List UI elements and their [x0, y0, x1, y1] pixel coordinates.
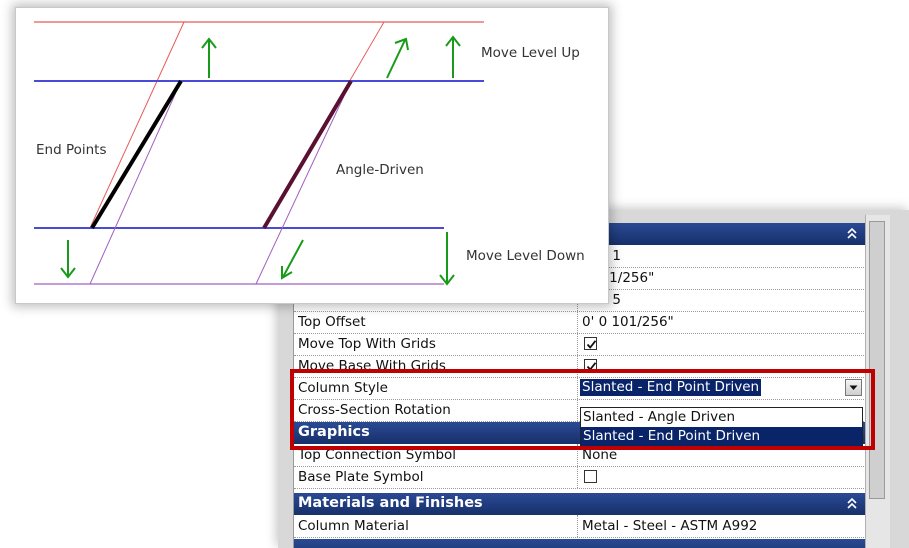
label-move-level-up: Move Level Up	[481, 45, 580, 61]
property-row-column-style[interactable]: Column Style Slanted - End Point Driven	[294, 377, 866, 400]
property-value[interactable]: Metal - Steel - ASTM A992	[582, 518, 757, 534]
purple-guide-right	[255, 80, 352, 285]
column-style-dropdown-list[interactable]: Slanted - Angle Driven Slanted - End Poi…	[580, 407, 863, 447]
red-guide-left	[89, 21, 185, 229]
screenshot-canvas: el 1 101/256" el 5 Top Offset 0' 0 101/2…	[0, 0, 909, 548]
property-row-top-connection-symbol[interactable]: Top Connection Symbol None	[294, 444, 866, 467]
slanted-column-diagram: End Points Angle-Driven Move Level Up Mo…	[16, 8, 608, 303]
column-separator	[577, 444, 578, 466]
property-row-move-base-with-grids[interactable]: Move Base With Grids	[294, 355, 866, 378]
property-row-base-plate-symbol[interactable]: Base Plate Symbol	[294, 466, 866, 489]
property-name: Top Connection Symbol	[298, 447, 457, 463]
base-plate-symbol-checkbox[interactable]	[584, 470, 597, 483]
property-row-top-offset[interactable]: Top Offset 0' 0 101/256"	[294, 311, 866, 334]
scrollbar-thumb[interactable]	[869, 221, 885, 499]
property-row-column-material[interactable]: Column Material Metal - Steel - ASTM A99…	[294, 515, 866, 538]
property-value[interactable]: None	[582, 447, 617, 463]
collapse-icon[interactable]	[846, 226, 858, 240]
properties-scrollbar[interactable]	[865, 215, 890, 548]
arrow-down-icon	[60, 240, 76, 279]
property-value[interactable]: 0' 0 101/256"	[582, 314, 674, 330]
arrow-up-right-icon	[386, 37, 409, 79]
column-separator	[577, 466, 578, 488]
group-title: Graphics	[298, 424, 370, 440]
dropdown-arrow-button[interactable]	[845, 379, 862, 396]
column-angle-driven	[262, 79, 353, 230]
arrow-down-left-icon	[281, 239, 304, 280]
purple-guide-left	[89, 80, 182, 285]
label-move-level-down: Move Level Down	[466, 248, 585, 264]
column-separator	[577, 311, 578, 333]
group-header-materials-and-finishes[interactable]: Materials and Finishes	[294, 493, 866, 515]
move-base-with-grids-checkbox[interactable]	[584, 359, 597, 372]
arrow-down-icon	[439, 232, 455, 286]
column-style-combo-value[interactable]: Slanted - End Point Driven	[580, 379, 762, 396]
property-name: Move Top With Grids	[298, 336, 436, 352]
column-separator	[577, 333, 578, 355]
move-top-with-grids-checkbox[interactable]	[584, 337, 597, 350]
group-title: Materials and Finishes	[298, 495, 483, 511]
column-separator	[577, 515, 578, 537]
label-angle-driven: Angle-Driven	[336, 162, 424, 178]
property-name: Move Base With Grids	[298, 358, 446, 374]
property-name: Top Offset	[298, 314, 366, 330]
property-name: Column Material	[298, 518, 409, 534]
property-name: Column Style	[298, 380, 388, 396]
property-row-move-top-with-grids[interactable]: Move Top With Grids	[294, 333, 866, 356]
chevron-down-icon	[849, 385, 858, 390]
dropdown-option-angle-driven[interactable]: Slanted - Angle Driven	[581, 408, 862, 427]
property-name: Cross-Section Rotation	[298, 402, 451, 418]
column-separator	[577, 399, 578, 421]
property-name: Base Plate Symbol	[298, 469, 424, 485]
arrow-up-icon	[201, 37, 217, 78]
column-separator	[577, 377, 578, 399]
dropdown-option-end-point-driven[interactable]: Slanted - End Point Driven	[581, 427, 862, 446]
group-header-next[interactable]	[294, 539, 866, 548]
arrow-up-icon	[445, 35, 461, 78]
column-separator	[577, 355, 578, 377]
label-end-points: End Points	[36, 142, 107, 158]
collapse-icon[interactable]	[846, 496, 858, 510]
